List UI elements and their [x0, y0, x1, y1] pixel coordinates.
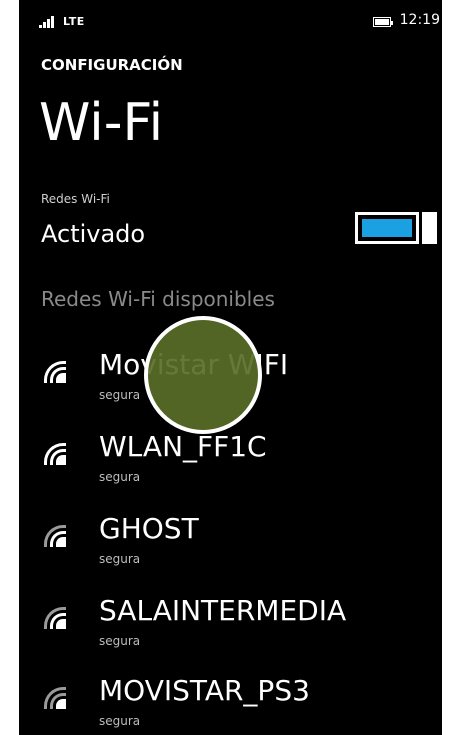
network-security: segura: [99, 388, 141, 402]
clock: 12:19: [399, 12, 440, 28]
toggle-fill: [362, 219, 412, 237]
wifi-toggle-label: Redes Wi-Fi: [41, 192, 110, 206]
network-security: segura: [99, 634, 141, 648]
network-security: segura: [99, 470, 141, 484]
network-name: MOVISTAR_PS3: [99, 674, 310, 707]
network-item[interactable]: Movistar WIFI segura: [19, 344, 442, 414]
toggle-thumb[interactable]: [422, 212, 437, 244]
network-name: GHOST: [99, 512, 199, 545]
app-title: CONFIGURACIÓN: [41, 56, 183, 74]
network-name: WLAN_FF1C: [99, 430, 267, 463]
page-title: Wi-Fi: [39, 93, 164, 153]
network-security: segura: [99, 714, 141, 728]
wifi-secure-icon: [44, 607, 66, 629]
wifi-secure-icon: [44, 687, 66, 709]
wifi-secure-icon: [44, 361, 66, 383]
signal-strength-icon: [39, 14, 59, 28]
network-item[interactable]: WLAN_FF1C segura: [19, 426, 442, 496]
network-name: SALAINTERMEDIA: [99, 594, 347, 627]
wifi-toggle-switch[interactable]: [355, 212, 437, 244]
wifi-toggle-state[interactable]: Activado: [41, 220, 145, 248]
network-type: LTE: [63, 15, 85, 28]
status-bar: LTE 12:19: [19, 0, 442, 44]
network-item[interactable]: SALAINTERMEDIA segura: [19, 590, 442, 660]
wifi-secure-icon: [44, 525, 66, 547]
toggle-track: [355, 212, 419, 244]
network-item[interactable]: MOVISTAR_PS3 segura: [19, 670, 442, 735]
available-networks-heading: Redes Wi-Fi disponibles: [41, 287, 275, 311]
network-item[interactable]: GHOST segura: [19, 508, 442, 578]
network-security: segura: [99, 552, 141, 566]
phone-screen: LTE 12:19 CONFIGURACIÓN Wi-Fi Redes Wi-F…: [19, 0, 442, 735]
battery-icon: [373, 17, 393, 27]
network-name: Movistar WIFI: [99, 348, 289, 381]
wifi-secure-icon: [44, 443, 66, 465]
